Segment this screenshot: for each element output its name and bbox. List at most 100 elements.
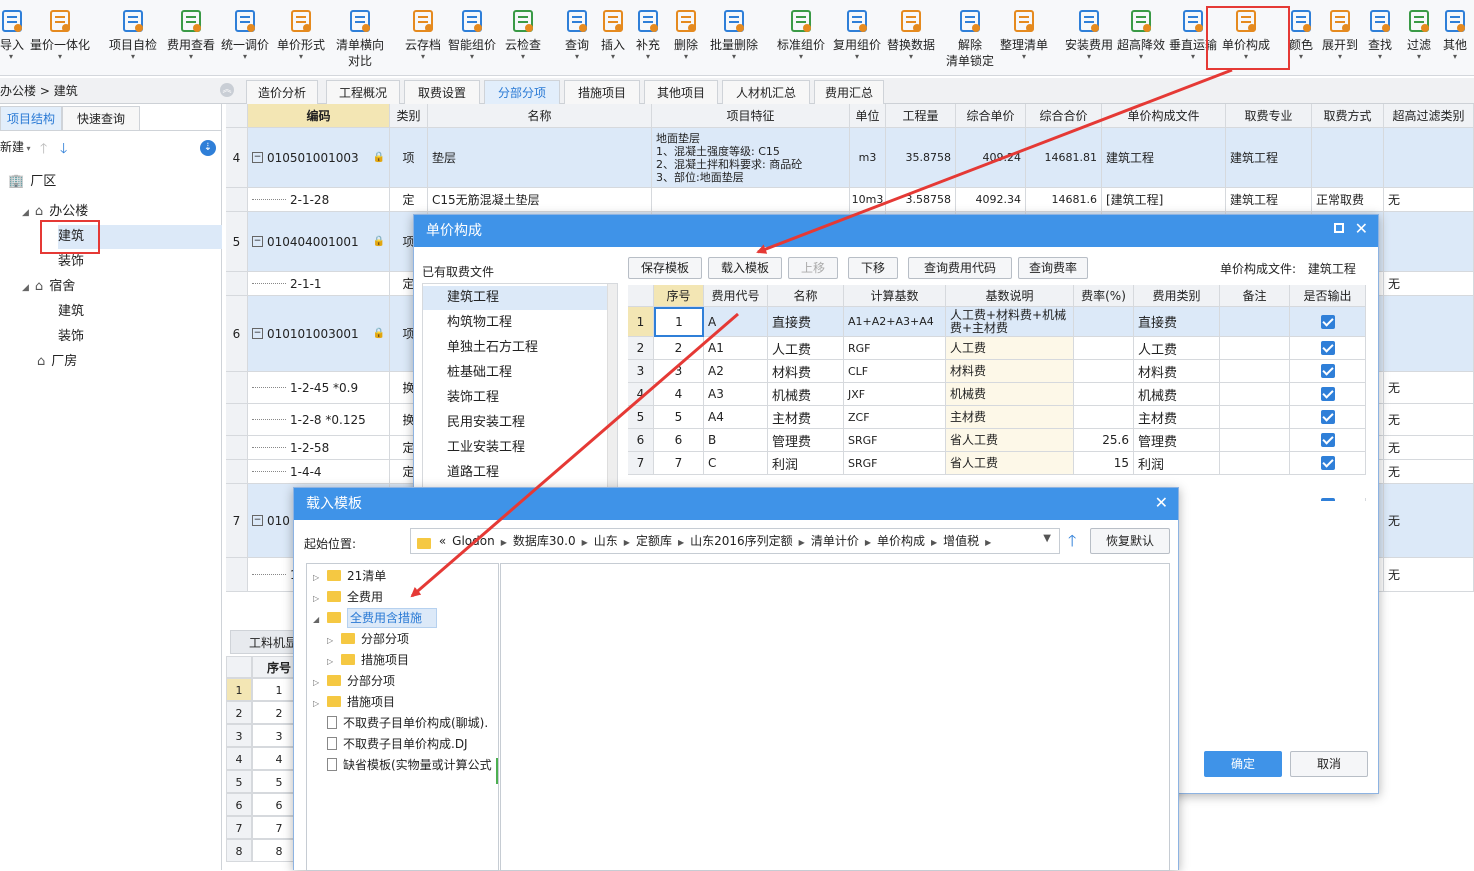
tab-7[interactable]: 费用汇总 bbox=[814, 80, 884, 104]
file-cell[interactable]: [建筑工程] bbox=[1102, 188, 1226, 212]
comp-rate[interactable]: 15 bbox=[1074, 452, 1134, 475]
row-number[interactable] bbox=[226, 372, 248, 404]
comp-rate[interactable] bbox=[1074, 360, 1134, 383]
code-cell[interactable]: −010501001003 🔒 bbox=[248, 128, 390, 188]
comp-seq[interactable]: 5 bbox=[654, 406, 704, 429]
checkbox-checked-icon[interactable] bbox=[1320, 341, 1335, 355]
path-segment[interactable]: 山东2016序列定额 bbox=[690, 534, 793, 548]
path-segment[interactable]: 数据库30.0 bbox=[513, 534, 576, 548]
major-cell[interactable]: 建筑工程 bbox=[1226, 128, 1312, 188]
grid-header-corner[interactable] bbox=[226, 104, 248, 128]
grid-header-4[interactable]: 单位 bbox=[850, 104, 886, 128]
checkbox-checked-icon[interactable] bbox=[1320, 387, 1335, 401]
fee-file-item[interactable]: 道路工程 bbox=[423, 461, 607, 485]
new-button[interactable]: 新建 ▾ bbox=[0, 138, 31, 156]
filter-cell[interactable]: 无 bbox=[1384, 558, 1474, 592]
grid-header-1[interactable]: 类别 bbox=[390, 104, 428, 128]
comp-header-3[interactable]: 计算基数 bbox=[844, 285, 946, 307]
filter-cell[interactable]: 无 bbox=[1384, 460, 1474, 484]
code-cell[interactable]: 1-2-58 bbox=[248, 436, 390, 460]
tree-node[interactable]: 装饰 bbox=[58, 325, 84, 349]
tab-5[interactable]: 其他项目 bbox=[644, 80, 718, 104]
fee-file-item[interactable]: 单独土石方工程 bbox=[423, 336, 607, 360]
toolbar-height-reduce-button[interactable]: 超高降效 ▾ bbox=[1115, 6, 1167, 74]
comp-note[interactable] bbox=[1220, 307, 1290, 337]
comp-base[interactable]: SRGF bbox=[844, 452, 946, 475]
tab-3[interactable]: 分部分项 bbox=[484, 80, 560, 104]
comp-base[interactable]: RGF bbox=[844, 337, 946, 360]
fee-file-item[interactable]: 民用安装工程 bbox=[423, 411, 607, 435]
comp-seq[interactable]: 2 bbox=[654, 337, 704, 360]
row-number[interactable]: 5 bbox=[226, 212, 248, 272]
download-icon[interactable]: ⇣ bbox=[200, 140, 216, 156]
comp-row-num[interactable]: 3 bbox=[628, 360, 654, 383]
name-cell[interactable]: C15无筋混凝土垫层 bbox=[428, 188, 652, 212]
qty-cell[interactable]: 35.8758 bbox=[886, 128, 956, 188]
comp-base[interactable]: ZCF bbox=[844, 406, 946, 429]
comp-output[interactable] bbox=[1290, 337, 1366, 360]
code-cell[interactable]: 1-4-4 bbox=[248, 460, 390, 484]
template-tree-node[interactable]: ▷ 分部分项 bbox=[307, 629, 498, 651]
unit-cell[interactable]: 10m3 bbox=[850, 188, 886, 212]
template-tree-node[interactable]: ▷ 21清单 bbox=[307, 566, 498, 587]
comp-cat[interactable]: 管理费 bbox=[1134, 429, 1220, 452]
tab-labor-material[interactable]: 工料机显示 bbox=[230, 630, 302, 654]
filter-cell[interactable]: 无 bbox=[1384, 404, 1474, 436]
path-segment[interactable]: 增值税 bbox=[943, 534, 979, 548]
dialog-button-5[interactable]: 查询费率 bbox=[1018, 257, 1088, 279]
template-tree-node[interactable]: ▷ 全费用 bbox=[307, 587, 498, 608]
toolbar-color-button[interactable]: 颜色 ▾ bbox=[1288, 6, 1314, 74]
grid-header-6[interactable]: 综合单价 bbox=[956, 104, 1026, 128]
comp-code[interactable]: B bbox=[704, 429, 768, 452]
comp-rate[interactable]: 25.6 bbox=[1074, 429, 1134, 452]
type-cell[interactable]: 项 bbox=[390, 128, 428, 188]
cancel-button[interactable]: 取消 bbox=[1290, 751, 1368, 777]
grid-header-5[interactable]: 工程量 bbox=[886, 104, 956, 128]
tree-node[interactable]: ◢ ⌂ 宿舍 bbox=[22, 275, 75, 299]
total-cell[interactable]: 14681.6 bbox=[1026, 188, 1102, 212]
price-cell[interactable]: 4092.34 bbox=[956, 188, 1026, 212]
tab-1[interactable]: 工程概况 bbox=[326, 80, 400, 104]
expand-icon[interactable]: ◢ bbox=[22, 283, 29, 293]
dialog-button-1[interactable]: 载入模板 bbox=[708, 257, 782, 279]
comp-header-corner[interactable] bbox=[628, 285, 654, 307]
comp-output[interactable] bbox=[1290, 307, 1366, 337]
comp-desc[interactable]: 材料费 bbox=[946, 360, 1074, 383]
row-number[interactable]: 6 bbox=[226, 296, 248, 372]
price-cell[interactable]: 409.24 bbox=[956, 128, 1026, 188]
comp-seq[interactable]: 3 bbox=[654, 360, 704, 383]
toolbar-batch-delete-button[interactable]: 批量删除 ▾ bbox=[708, 6, 760, 74]
expand-icon[interactable]: ◢ bbox=[22, 208, 29, 218]
unit-cell[interactable]: m3 bbox=[850, 128, 886, 188]
comp-note[interactable] bbox=[1220, 383, 1290, 406]
row-number[interactable]: 7 bbox=[226, 484, 248, 558]
path-bar[interactable]: « Glodon ▶ 数据库30.0 ▶ 山东 ▶ 定额库 ▶ 山东2016序列定额 ▶ 清单计价 ▶ 单… bbox=[410, 528, 1060, 554]
comp-seq[interactable]: 6 bbox=[654, 429, 704, 452]
restore-default-button[interactable]: 恢复默认 bbox=[1090, 528, 1170, 554]
row-number[interactable]: 4 bbox=[226, 128, 248, 188]
comp-header-8[interactable]: 是否输出 bbox=[1290, 285, 1366, 307]
path-segment[interactable]: 山东 bbox=[594, 534, 618, 548]
comp-row-num[interactable]: 4 bbox=[628, 383, 654, 406]
code-cell[interactable]: 2-1-1 bbox=[248, 272, 390, 296]
comp-code[interactable]: A3 bbox=[704, 383, 768, 406]
filter-cell[interactable]: 无 bbox=[1384, 188, 1474, 212]
comp-cat[interactable]: 材料费 bbox=[1134, 360, 1220, 383]
tab-4[interactable]: 措施项目 bbox=[564, 80, 640, 104]
comp-header-2[interactable]: 名称 bbox=[768, 285, 844, 307]
grid-header-11[interactable]: 超高过滤类别 bbox=[1384, 104, 1474, 128]
tree-node[interactable]: 🏢 厂区 bbox=[8, 170, 56, 194]
comp-base[interactable]: A1+A2+A3+A4 bbox=[844, 307, 946, 337]
collapse-box-icon[interactable]: − bbox=[252, 328, 263, 339]
comp-name[interactable]: 直接费 bbox=[768, 307, 844, 337]
path-segment[interactable]: 定额库 bbox=[636, 534, 672, 548]
comp-name[interactable]: 机械费 bbox=[768, 383, 844, 406]
collapsed-arrow-icon[interactable]: ▷ bbox=[327, 630, 341, 651]
grid-header-2[interactable]: 名称 bbox=[428, 104, 652, 128]
template-tree-node[interactable]: 不取费子目单价构成(聊城). bbox=[307, 713, 498, 734]
major-cell[interactable]: 建筑工程 bbox=[1226, 188, 1312, 212]
row-number[interactable] bbox=[226, 404, 248, 436]
code-cell[interactable]: −010101003001 🔒 bbox=[248, 296, 390, 372]
path-dropdown-icon[interactable]: ▼ bbox=[1043, 533, 1051, 544]
qty-cell[interactable]: 3.58758 bbox=[886, 188, 956, 212]
